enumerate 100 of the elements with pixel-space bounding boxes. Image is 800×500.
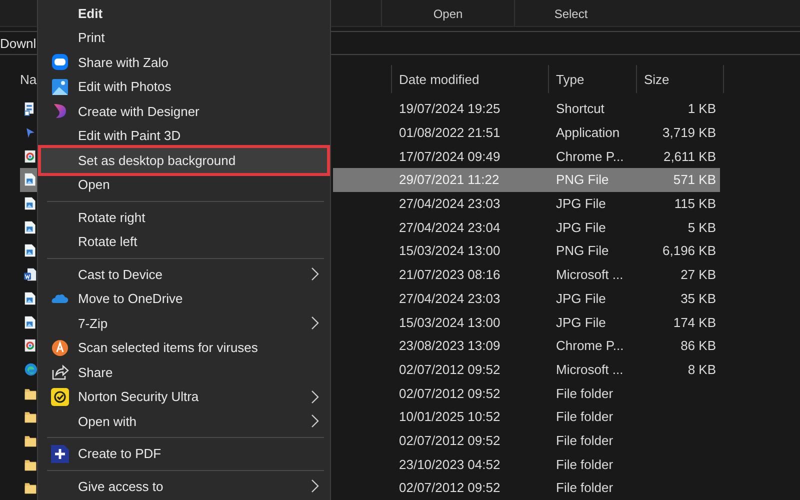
- type-cell-text: JPG File: [555, 196, 607, 212]
- menu-item[interactable]: Move to OneDrive: [41, 286, 327, 311]
- date-cell-text: 02/07/2012 09:52: [398, 480, 502, 496]
- file-row[interactable]: 02/07/2012 09:52 File folder: [333, 381, 720, 405]
- size-cell-text: 3,719 KB: [662, 125, 717, 140]
- type-cell-text: JPG File: [555, 290, 607, 306]
- menu-item[interactable]: Open with: [41, 409, 327, 434]
- size-cell-text: 1 KB: [686, 101, 717, 116]
- menu-item[interactable]: Create to PDF: [41, 442, 327, 466]
- menu-item[interactable]: Scan selected items for viruses: [41, 336, 327, 360]
- chevron-right-icon: [311, 414, 319, 428]
- size-cell-text: 174 KB: [672, 314, 717, 330]
- ribbon-group-label: Select: [554, 6, 588, 20]
- type-cell-text: File folder: [555, 480, 614, 496]
- file-row[interactable]: 23/08/2023 13:09 Chrome P... 86 KB: [333, 334, 720, 358]
- swirl-icon: [51, 102, 69, 120]
- chevron-right-icon: [311, 479, 319, 494]
- chevron-right-icon: [311, 267, 319, 282]
- chrome-file-icon: [24, 148, 37, 164]
- date-cell-text: 21/07/2023 08:16: [398, 267, 502, 282]
- file-row[interactable]: 29/07/2021 11:22 PNG File 571 KB: [333, 168, 720, 192]
- folder-icon: [24, 480, 37, 496]
- type-cell-text: JPG File: [555, 314, 607, 330]
- type-cell-text: Chrome P...: [555, 338, 625, 354]
- type-cell-text: File folder: [555, 456, 614, 472]
- image-file-icon: [24, 196, 37, 212]
- chrome-file-icon: [24, 338, 37, 354]
- size-cell-text: 6,196 KB: [662, 243, 717, 258]
- image-file-icon: [24, 290, 37, 306]
- size-cell-text: 35 KB: [680, 290, 717, 306]
- size-cell-text: 27 KB: [680, 267, 717, 282]
- address-path: Downl: [0, 36, 36, 50]
- image-file-icon: [24, 243, 37, 258]
- file-row[interactable]: 27/04/2024 23:04 JPG File 5 KB: [333, 215, 720, 240]
- ribbon-group-label: Open: [433, 6, 463, 20]
- date-cell-text: 27/04/2024 23:03: [398, 290, 502, 306]
- file-row[interactable]: 23/10/2023 04:52 File folder: [333, 452, 720, 476]
- file-row[interactable]: 10/01/2025 10:52 File folder: [333, 404, 720, 429]
- size-cell-text: 8 KB: [686, 362, 717, 377]
- size-cell-text: 115 KB: [673, 196, 717, 212]
- date-cell-text: 19/07/2024 19:25: [398, 101, 502, 116]
- menu-item[interactable]: Edit with Photos: [41, 74, 327, 99]
- menu-item[interactable]: 7-Zip: [41, 311, 327, 336]
- column-header[interactable]: Date modified: [392, 65, 549, 93]
- type-cell-text: File folder: [555, 432, 614, 448]
- menu-item[interactable]: Create with Designer: [41, 99, 327, 124]
- menu-item[interactable]: Share with Zalo: [41, 50, 327, 74]
- date-cell-text: 02/07/2012 09:52: [398, 432, 502, 448]
- plus-document-icon: [51, 444, 69, 463]
- type-cell-text: PNG File: [555, 172, 610, 188]
- date-cell-text: 29/07/2021 11:22: [398, 172, 500, 188]
- size-cell-text: 5 KB: [686, 220, 717, 235]
- file-row[interactable]: 15/03/2024 13:00 PNG File 6,196 KB: [333, 239, 720, 263]
- check-badge-icon: [51, 388, 69, 406]
- column-header[interactable]: Size: [637, 65, 724, 93]
- date-cell-text: 02/07/2012 09:52: [398, 362, 502, 377]
- date-cell-text: 15/03/2024 13:00: [398, 314, 502, 330]
- chevron-right-icon: [311, 316, 319, 330]
- menu-item[interactable]: Rotate left: [41, 230, 327, 254]
- size-cell-text: 2,611 KB: [662, 148, 717, 164]
- menu-item[interactable]: Share: [41, 360, 327, 384]
- file-row[interactable]: 27/04/2024 23:03 JPG File 115 KB: [333, 192, 720, 216]
- file-row[interactable]: 02/07/2012 09:52 File folder: [333, 476, 720, 500]
- column-header[interactable]: Type: [549, 65, 637, 93]
- file-row[interactable]: 27/04/2024 23:03 JPG File 35 KB: [333, 286, 720, 310]
- file-row[interactable]: 15/03/2024 13:00 JPG File 174 KB: [333, 310, 720, 334]
- document-icon: [24, 267, 37, 282]
- menu-item[interactable]: Open: [41, 172, 327, 197]
- column-header[interactable]: Na: [20, 72, 37, 86]
- file-row[interactable]: 19/07/2024 19:25 Shortcut 1 KB: [333, 97, 720, 121]
- file-row[interactable]: 02/07/2012 09:52 File folder: [333, 428, 720, 452]
- file-row[interactable]: 17/07/2024 09:49 Chrome P... 2,611 KB: [333, 144, 720, 168]
- share-icon: [51, 363, 69, 382]
- file-row[interactable]: 02/07/2012 09:52 Microsoft ... 8 KB: [333, 358, 720, 382]
- type-cell-text: Microsoft ...: [555, 362, 624, 377]
- menu-item[interactable]: Give access to: [41, 474, 327, 498]
- menu-item[interactable]: Norton Security Ultra: [41, 384, 327, 409]
- menu-item[interactable]: Cast to Device: [41, 262, 327, 286]
- menu-item[interactable]: Edit: [41, 1, 327, 26]
- date-cell-text: 15/03/2024 13:00: [398, 243, 502, 258]
- file-row[interactable]: 21/07/2023 08:16 Microsoft ... 27 KB: [333, 262, 720, 286]
- menu-item[interactable]: Edit with Paint 3D: [41, 124, 327, 148]
- date-cell-text: 01/08/2022 21:51: [398, 125, 502, 140]
- edge-icon: [24, 362, 37, 377]
- image-file-icon: [24, 314, 37, 330]
- type-cell-text: Chrome P...: [555, 148, 625, 164]
- date-cell-text: 27/04/2024 23:04: [398, 220, 502, 235]
- menu-item[interactable]: Set as desktop background: [41, 148, 327, 172]
- file-row[interactable]: 01/08/2022 21:51 Application 3,719 KB: [333, 120, 720, 144]
- date-cell-text: 23/08/2023 13:09: [398, 338, 502, 354]
- type-cell-text: File folder: [555, 386, 614, 401]
- type-cell-text: Shortcut: [555, 101, 606, 116]
- type-cell-text: JPG File: [555, 220, 607, 235]
- menu-item[interactable]: Print: [41, 26, 327, 50]
- type-cell-text: Microsoft ...: [555, 267, 624, 282]
- type-cell-text: Application: [555, 125, 621, 140]
- menu-item[interactable]: Rotate right: [41, 205, 327, 230]
- date-cell-text: 23/10/2023 04:52: [398, 456, 502, 472]
- type-cell-text: PNG File: [555, 243, 610, 258]
- date-cell-text: 27/04/2024 23:03: [398, 196, 502, 212]
